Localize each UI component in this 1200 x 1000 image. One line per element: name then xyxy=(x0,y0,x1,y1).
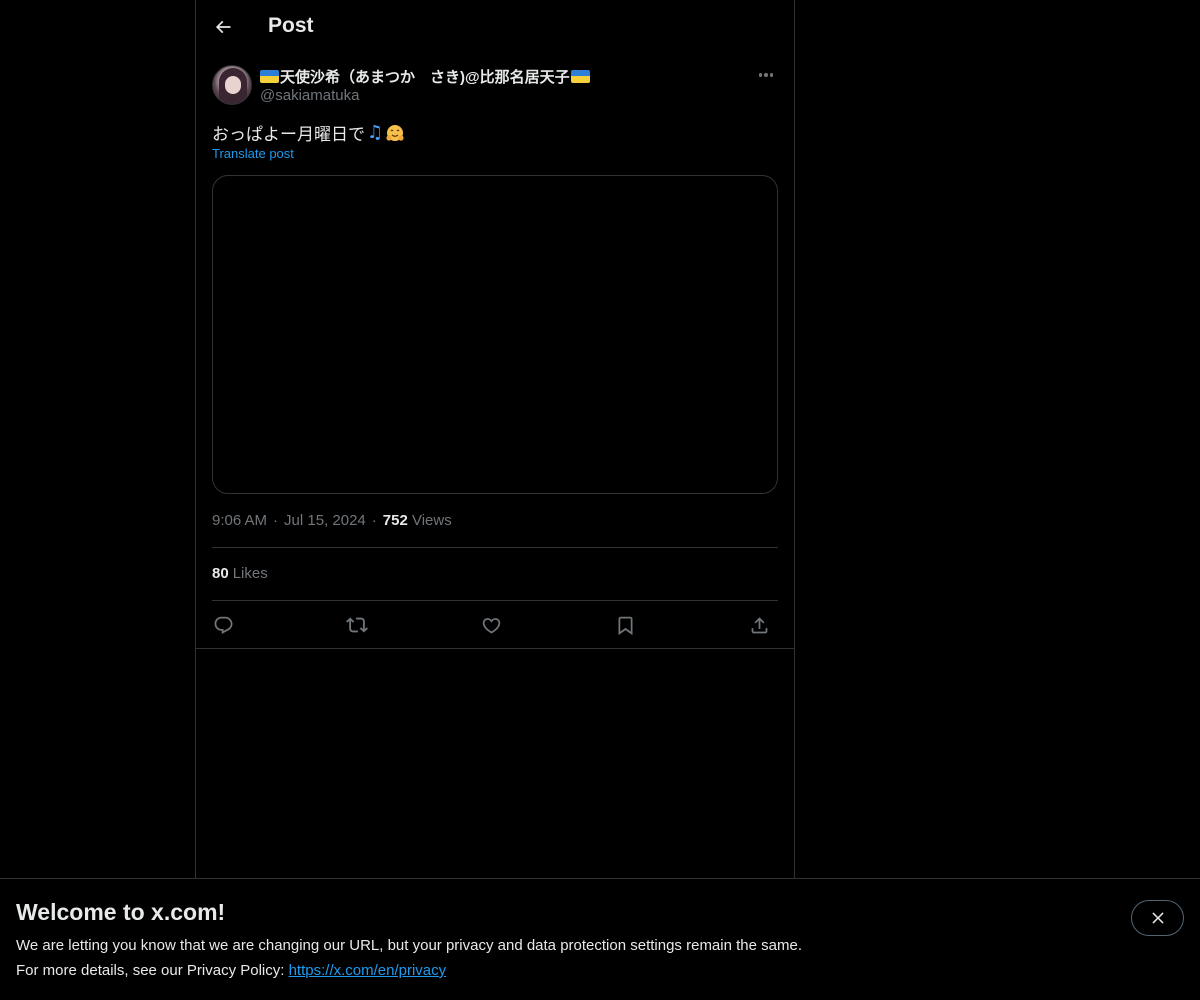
divider xyxy=(212,600,778,601)
bookmark-icon xyxy=(618,616,632,635)
close-icon xyxy=(1151,912,1164,924)
close-button[interactable] xyxy=(1131,900,1184,936)
like-button[interactable] xyxy=(476,610,506,640)
author-name-row[interactable]: 天使沙希（あまつか さき)@比那名居天子 xyxy=(260,66,590,86)
post-time[interactable]: 9:06 AM xyxy=(212,512,267,529)
ukraine-flag-emoji xyxy=(570,69,590,83)
reply-icon xyxy=(214,616,232,634)
post-date[interactable]: Jul 15, 2024 xyxy=(284,512,366,529)
post-media[interactable] xyxy=(212,175,778,494)
repost-icon xyxy=(346,617,368,633)
back-button[interactable] xyxy=(206,10,240,44)
likes-label: Likes xyxy=(232,565,268,582)
like-icon xyxy=(482,617,500,634)
translate-post-link[interactable]: Translate post xyxy=(212,146,294,161)
banner-message: We are letting you know that we are chan… xyxy=(16,937,802,954)
likes-stat[interactable]: 80 Likes xyxy=(212,565,268,582)
more-button[interactable] xyxy=(754,65,778,85)
action-bar xyxy=(212,610,778,640)
post-header: 天使沙希（あまつか さき)@比那名居天子 @sakiamatuka xyxy=(212,65,778,109)
ukraine-flag-emoji xyxy=(260,69,279,83)
meta-separator: · xyxy=(273,512,279,529)
banner-title: Welcome to x.com! xyxy=(16,899,226,925)
top-bar: Post xyxy=(196,0,794,53)
author-handle[interactable]: @sakiamatuka xyxy=(260,87,359,104)
likes-count: 80 xyxy=(212,565,229,582)
divider xyxy=(212,547,778,548)
hugging-face-emoji xyxy=(386,124,404,141)
meta-separator: · xyxy=(371,512,377,529)
divider xyxy=(196,648,794,649)
more-icon xyxy=(758,73,763,77)
banner-details: For more details, see our Privacy Policy… xyxy=(16,962,446,979)
author-display-name[interactable]: 天使沙希（あまつか さき)@比那名居天子 xyxy=(280,66,570,87)
share-icon xyxy=(751,616,767,633)
url-change-banner: Welcome to x.com! We are letting you kno… xyxy=(0,878,1200,1000)
post-meta: 9:06 AM · Jul 15, 2024 · 752 Views xyxy=(212,512,452,529)
reply-button[interactable] xyxy=(208,610,238,640)
privacy-policy-link[interactable]: https://x.com/en/privacy xyxy=(289,962,447,979)
post-text: おっぱよー月曜日で ♫ xyxy=(212,120,405,145)
post-body: おっぱよー月曜日で xyxy=(212,125,365,144)
banner-details-prefix: For more details, see our Privacy Policy… xyxy=(16,962,289,979)
music-note-emoji: ♫ xyxy=(367,122,384,143)
avatar[interactable] xyxy=(212,65,252,105)
page-title: Post xyxy=(268,14,314,37)
primary-column: Post 天使沙希（あまつか さき)@比那名居天子 @sakiamatuka お… xyxy=(195,0,795,1000)
back-arrow-icon xyxy=(215,20,231,34)
repost-button[interactable] xyxy=(342,610,372,640)
views-count: 752 xyxy=(382,512,408,529)
bookmark-button[interactable] xyxy=(610,610,640,640)
share-button[interactable] xyxy=(744,610,774,640)
views-label: Views xyxy=(411,512,452,529)
